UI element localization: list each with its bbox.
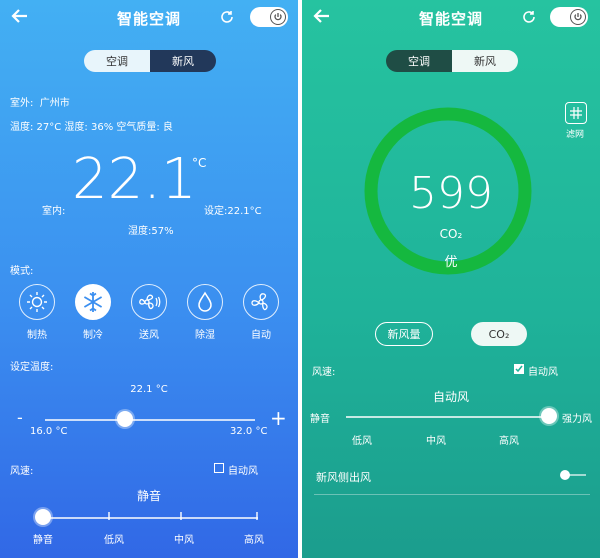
temperature-slider-track[interactable] <box>45 419 255 421</box>
ac-panel: 智能空调 空调 新风 室外: 广州市 温度: 27°C 湿度: 36% 空气质量… <box>0 0 298 558</box>
wind-slider-thumb[interactable] <box>541 408 557 424</box>
fan-blow-icon <box>139 294 161 310</box>
temperature-unit: °C <box>192 156 207 170</box>
decrease-button[interactable]: - <box>17 408 23 427</box>
tab-fresh-air[interactable]: 新风 <box>452 50 518 72</box>
side-outlet-toggle[interactable] <box>560 469 586 481</box>
mode-auto-button[interactable] <box>243 284 279 320</box>
tab-ac[interactable]: 空调 <box>386 50 452 72</box>
wind-max-label: 强力风 <box>562 414 592 425</box>
tab-fresh-air[interactable]: 新风 <box>150 50 216 72</box>
tab-ac[interactable]: 空调 <box>84 50 150 72</box>
refresh-icon[interactable] <box>521 9 537 29</box>
wind-speed-heading: 风速: <box>10 466 34 477</box>
wind-level-label: 低风 <box>352 436 372 447</box>
wind-min-label: 静音 <box>310 414 330 425</box>
slider-min-label: 16.0 °C <box>30 426 68 437</box>
droplet-icon <box>198 291 212 312</box>
auto-wind-label: 自动风 <box>228 466 258 477</box>
mode-heading: 模式: <box>10 266 34 277</box>
set-temperature-label: 设定:22.1°C <box>204 206 262 217</box>
mode-dry-button[interactable] <box>187 284 223 320</box>
air-quality: 优 <box>444 255 458 270</box>
check-icon <box>515 365 523 373</box>
wind-tick <box>108 512 110 520</box>
wind-level-label: 中风 <box>426 436 446 447</box>
co2-button[interactable]: CO₂ <box>471 322 527 346</box>
wind-current-value: 自动风 <box>432 390 469 404</box>
wind-slider-thumb[interactable] <box>35 509 51 525</box>
temperature-slider-thumb[interactable] <box>116 411 133 427</box>
wind-slider-track[interactable] <box>43 517 258 519</box>
wind-level-label: 中风 <box>174 535 194 546</box>
wind-slider-track[interactable] <box>346 416 546 418</box>
power-toggle[interactable] <box>550 7 588 27</box>
mode-tabs: 空调 新风 <box>386 50 518 72</box>
auto-wind-checkbox[interactable] <box>514 364 524 374</box>
co2-value: 599 <box>409 168 493 219</box>
wind-current-value: 静音 <box>136 489 161 503</box>
fresh-air-volume-button[interactable]: 新风量 <box>375 322 433 346</box>
set-temperature-heading: 设定温度: <box>10 362 54 373</box>
snowflake-icon <box>83 292 103 312</box>
mode-auto-label: 自动 <box>251 330 271 341</box>
indoor-temperature: 22.1 <box>72 147 197 212</box>
power-toggle[interactable] <box>250 7 288 27</box>
power-icon <box>270 9 286 25</box>
sun-icon <box>27 292 47 312</box>
mode-heat-button[interactable] <box>19 284 55 320</box>
slider-value: 22.1 °C <box>130 384 168 395</box>
outdoor-location: 室外: 广州市 <box>10 98 70 109</box>
fresh-air-panel: 智能空调 空调 新风 滤网 599 CO₂ 优 新风量 CO₂ 风速: 自动风 … <box>302 0 600 558</box>
indoor-label: 室内: <box>42 206 66 217</box>
refresh-icon[interactable] <box>219 9 235 29</box>
mode-fan-button[interactable] <box>131 284 167 320</box>
mode-heat-label: 制热 <box>27 330 47 341</box>
mode-cool-label: 制冷 <box>83 330 103 341</box>
side-outlet-label: 新风侧出风 <box>316 471 371 484</box>
wind-tick <box>256 512 258 520</box>
filter-grid-icon <box>570 107 582 119</box>
auto-wind-label: 自动风 <box>528 367 558 378</box>
wind-speed-heading: 风速: <box>312 367 336 378</box>
increase-button[interactable]: + <box>270 406 287 430</box>
wind-level-label: 高风 <box>244 535 264 546</box>
wind-level-label: 静音 <box>33 535 53 546</box>
outdoor-info: 温度: 27°C 湿度: 36% 空气质量: 良 <box>10 122 173 133</box>
wind-tick <box>180 512 182 520</box>
mode-fan-label: 送风 <box>139 330 159 341</box>
auto-wind-checkbox[interactable] <box>214 463 224 473</box>
wind-level-label: 高风 <box>499 436 519 447</box>
mode-cool-button[interactable] <box>75 284 111 320</box>
filter-label: 滤网 <box>566 130 585 140</box>
wind-level-label: 低风 <box>104 535 124 546</box>
power-icon <box>570 9 586 25</box>
slider-max-label: 32.0 °C <box>230 426 268 437</box>
mode-dry-label: 除湿 <box>195 330 215 341</box>
fan-icon <box>251 293 268 311</box>
indoor-humidity: 湿度:57% <box>128 226 174 237</box>
co2-unit: CO₂ <box>439 227 463 241</box>
divider-line <box>314 494 590 495</box>
filter-button[interactable] <box>565 102 587 124</box>
mode-tabs: 空调 新风 <box>84 50 216 72</box>
